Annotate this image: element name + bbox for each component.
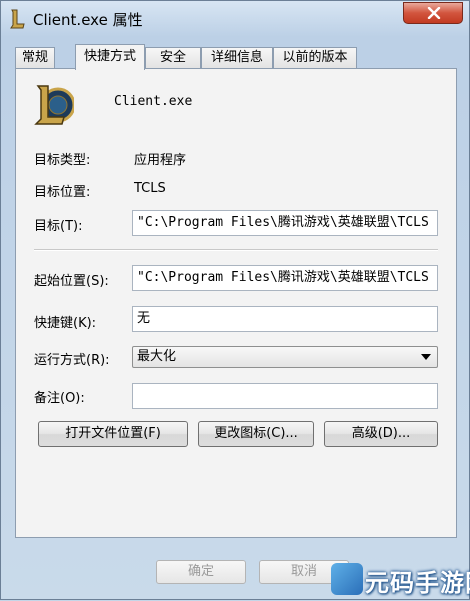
section-divider bbox=[34, 249, 438, 251]
comment-label: 备注(O): bbox=[34, 391, 85, 406]
tab-general[interactable]: 常规 bbox=[15, 47, 55, 69]
target-location-value: TCLS bbox=[134, 181, 166, 196]
target-type-value: 应用程序 bbox=[134, 153, 187, 168]
hotkey-field[interactable]: 无 bbox=[132, 306, 438, 332]
title-bar[interactable]: Client.exe 属性 bbox=[1, 1, 469, 37]
league-of-legends-icon bbox=[34, 85, 74, 125]
tab-shortcut[interactable]: 快捷方式 bbox=[75, 44, 145, 70]
start-in-field[interactable]: "C:\Program Files\腾讯游戏\英雄联盟\TCLS bbox=[132, 265, 438, 291]
ok-button[interactable]: 确定 bbox=[156, 560, 246, 584]
app-name: Client.exe bbox=[114, 94, 193, 109]
hotkey-label: 快捷键(K): bbox=[34, 316, 97, 331]
chevron-down-icon bbox=[421, 354, 431, 360]
shortcut-panel: Client.exe 目标类型: 应用程序 目标位置: TCLS 目标(T): … bbox=[15, 68, 457, 538]
comment-field[interactable] bbox=[132, 383, 438, 409]
tab-details[interactable]: 详细信息 bbox=[201, 47, 273, 69]
tab-previous-versions[interactable]: 以前的版本 bbox=[273, 47, 357, 69]
watermark: 元码手游网 bbox=[331, 557, 470, 601]
close-icon bbox=[427, 7, 441, 19]
target-type-label: 目标类型: bbox=[34, 153, 91, 168]
watermark-logo-icon bbox=[331, 563, 363, 595]
tab-security[interactable]: 安全 bbox=[145, 47, 201, 69]
tab-strip: 常规 快捷方式 安全 详细信息 以前的版本 bbox=[15, 44, 455, 70]
run-label: 运行方式(R): bbox=[34, 353, 110, 368]
window-title: Client.exe 属性 bbox=[33, 11, 143, 29]
target-label: 目标(T): bbox=[34, 219, 83, 234]
advanced-button[interactable]: 高级(D)... bbox=[324, 421, 438, 447]
properties-window: Client.exe 属性 常规 快捷方式 安全 详细信息 以前的版本 Clie… bbox=[0, 0, 470, 600]
target-field[interactable]: "C:\Program Files\腾讯游戏\英雄联盟\TCLS bbox=[132, 210, 438, 236]
run-select[interactable]: 最大化 bbox=[132, 346, 438, 368]
start-in-label: 起始位置(S): bbox=[34, 274, 109, 289]
open-file-location-button[interactable]: 打开文件位置(F) bbox=[38, 421, 188, 447]
change-icon-button[interactable]: 更改图标(C)... bbox=[198, 421, 314, 447]
close-button[interactable] bbox=[403, 2, 463, 24]
target-location-label: 目标位置: bbox=[34, 185, 91, 200]
app-title-icon bbox=[10, 9, 25, 29]
run-select-value: 最大化 bbox=[137, 349, 177, 364]
watermark-text: 元码手游网 bbox=[365, 569, 470, 597]
